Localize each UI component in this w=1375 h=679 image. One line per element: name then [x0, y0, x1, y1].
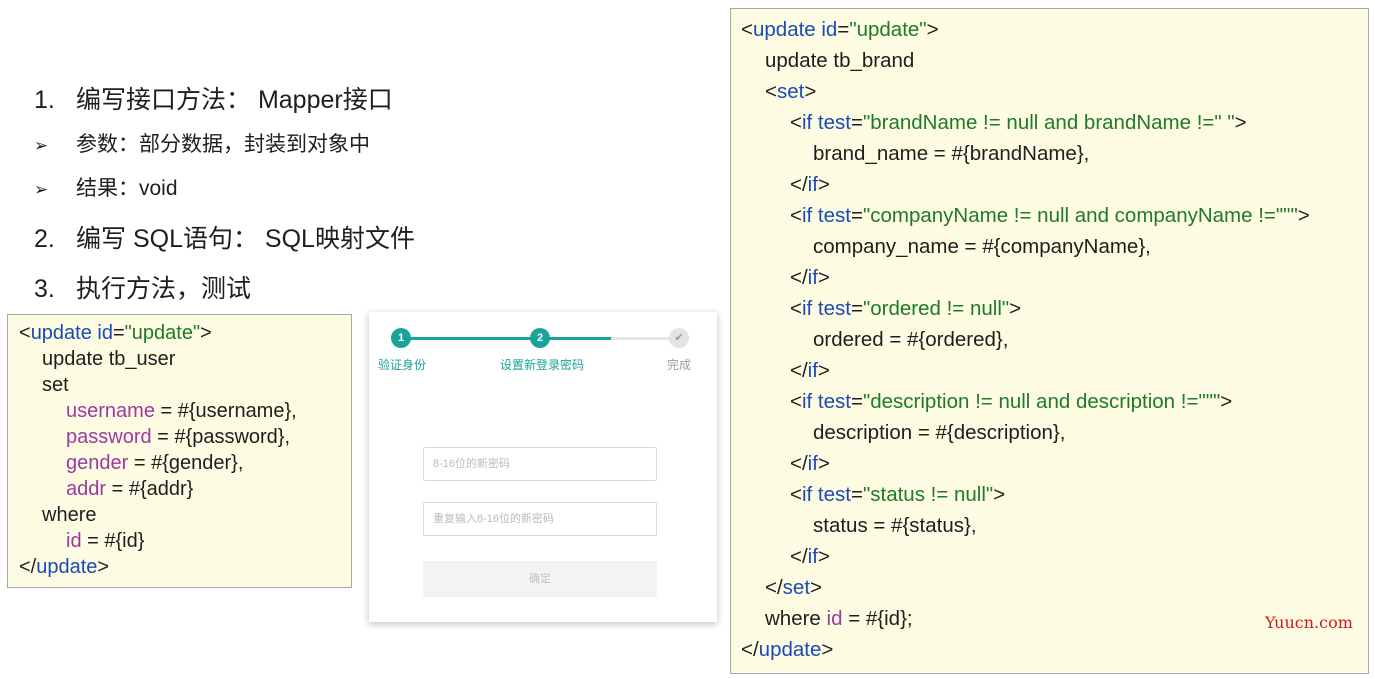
code-line: </set> [765, 576, 823, 599]
code-line: <update id="update"> [19, 322, 212, 344]
code-block-update-user: <update id="update"> update tb_user set … [7, 314, 352, 588]
code-line: </if> [790, 452, 830, 475]
code-line: update tb_brand [765, 49, 915, 72]
code-line: <set> [765, 80, 817, 103]
code-line: </if> [790, 173, 830, 196]
code-line: description = #{description}, [813, 421, 1066, 444]
code-line: </update> [19, 556, 110, 578]
step-number: 3. [34, 275, 55, 303]
step-number: 1. [34, 86, 55, 114]
code-line: <if test="brandName != null and brandNam… [790, 111, 1247, 134]
code-line: username = #{username}, [66, 400, 297, 422]
progress-track-complete [401, 337, 611, 340]
new-password-input[interactable]: 8-16位的新密码 [423, 447, 657, 481]
code-block-update-brand: <update id="update"> update tb_brand <se… [730, 8, 1369, 674]
watermark: Yuucn.com [1265, 613, 1353, 632]
code-line: </if> [790, 545, 830, 568]
arrow-bullet-icon: ➢ [34, 180, 49, 199]
code-line: <if test="status != null"> [790, 483, 1006, 506]
code-line: </if> [790, 359, 830, 382]
bullet-result: ➢ 结果：void [34, 172, 178, 202]
step-3: 3. 执行方法，测试 [34, 269, 251, 305]
step-label-done: 完成 [667, 358, 692, 372]
code-line: gender = #{gender}, [66, 452, 244, 474]
code-line: </if> [790, 266, 830, 289]
code-line: ordered = #{ordered}, [813, 328, 1009, 351]
step-2: 2. 编写 SQL语句： SQL映射文件 [34, 219, 415, 255]
code-line: id = #{id} [66, 530, 145, 552]
password-reset-card: 1 2 ✔ 验证身份 设置新登录密码 完成 8-16位的新密码 重复输入8-16… [369, 312, 717, 622]
step-text: 编写接口方法： Mapper接口 [76, 86, 393, 114]
bullet-params: ➢ 参数：部分数据，封装到对象中 [34, 128, 370, 158]
step-1: 1. 编写接口方法： Mapper接口 [34, 80, 393, 116]
step-text: 编写 SQL语句： SQL映射文件 [76, 225, 415, 253]
arrow-bullet-icon: ➢ [34, 136, 49, 155]
step-label-verify: 验证身份 [378, 358, 427, 372]
code-line: addr = #{addr} [66, 478, 194, 500]
bullet-text: 参数：部分数据，封装到对象中 [76, 133, 370, 156]
code-line: update tb_user [42, 348, 176, 370]
code-line: <if test="ordered != null"> [790, 297, 1022, 320]
step-text: 执行方法，测试 [76, 275, 252, 303]
code-line: brand_name = #{brandName}, [813, 142, 1090, 165]
code-line: set [42, 374, 69, 396]
code-line: <if test="description != null and descri… [790, 390, 1233, 413]
code-line: status = #{status}, [813, 514, 977, 537]
checkmark-icon: ✔ [669, 328, 689, 348]
code-line: <update id="update"> [741, 18, 939, 41]
confirm-button[interactable]: 确定 [423, 561, 657, 597]
bullet-text: 结果：void [76, 177, 178, 200]
code-line: </update> [741, 638, 834, 661]
code-line: password = #{password}, [66, 426, 291, 448]
step-indicator-1: 1 [391, 328, 411, 348]
code-line: <if test="companyName != null and compan… [790, 204, 1310, 227]
repeat-password-input[interactable]: 重复输入8-16位的新密码 [423, 502, 657, 536]
step-indicator-2: 2 [530, 328, 550, 348]
code-line: company_name = #{companyName}, [813, 235, 1151, 258]
code-line: where id = #{id}; [765, 607, 913, 630]
code-line: where [42, 504, 97, 526]
step-number: 2. [34, 225, 55, 253]
step-label-set-password: 设置新登录密码 [500, 358, 585, 372]
